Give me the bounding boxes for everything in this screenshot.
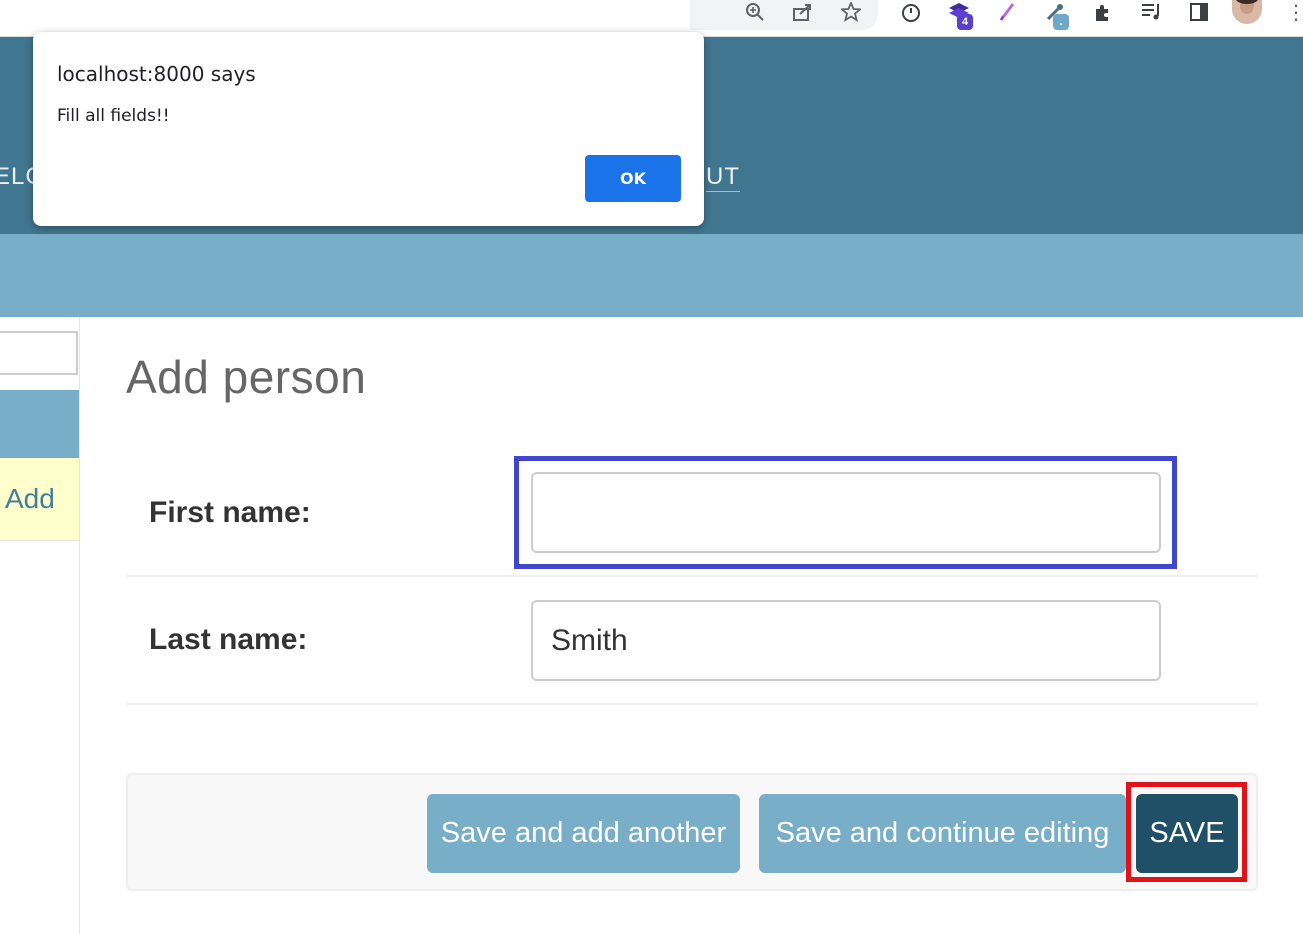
reading-list-icon[interactable] — [1137, 0, 1165, 24]
zoom-icon[interactable] — [741, 0, 769, 24]
form-row-first-name: First name: — [126, 449, 1258, 577]
submit-row: Save and add another Save and continue e… — [126, 773, 1258, 891]
page-title: Add person — [126, 351, 367, 403]
dialog-message: Fill all fields!! — [57, 106, 170, 126]
sidebar-current-model-row: Add — [0, 458, 79, 541]
first-name-label: First name: — [149, 496, 311, 529]
form-row-last-name: Last name: — [126, 577, 1258, 705]
menu-kebab-icon[interactable]: ⋮ — [1286, 0, 1303, 24]
bookmark-star-icon[interactable] — [837, 0, 865, 24]
sidebar-add-link[interactable]: Add — [5, 483, 55, 515]
nav-sidebar: Add — [0, 317, 80, 934]
alert-dialog: localhost:8000 says Fill all fields!! OK — [33, 32, 704, 226]
last-name-label: Last name: — [149, 623, 308, 656]
timer-extension-icon[interactable] — [897, 0, 925, 24]
save-button[interactable]: SAVE — [1136, 794, 1238, 873]
sidebar-module-header — [0, 390, 79, 458]
first-name-input[interactable] — [531, 472, 1161, 553]
extension-badge: . — [1053, 14, 1069, 30]
side-panel-icon[interactable] — [1185, 0, 1213, 24]
extensions-puzzle-icon[interactable] — [1089, 0, 1117, 24]
share-icon[interactable] — [789, 0, 817, 24]
last-name-input[interactable] — [531, 600, 1161, 681]
extension-badge: 4 — [957, 14, 973, 30]
dialog-title: localhost:8000 says — [57, 62, 256, 86]
breadcrumb-bar — [0, 234, 1303, 317]
sidebar-filter-input[interactable] — [0, 331, 78, 375]
pen-extension-icon[interactable] — [993, 0, 1021, 24]
profile-avatar[interactable] — [1232, 0, 1262, 24]
stack-extension-icon[interactable]: 4 — [945, 0, 973, 30]
save-and-continue-button[interactable]: Save and continue editing — [759, 794, 1126, 873]
eyedropper-extension-icon[interactable]: . — [1041, 0, 1069, 30]
dialog-ok-button[interactable]: OK — [585, 155, 681, 202]
save-and-add-another-button[interactable]: Save and add another — [427, 794, 740, 873]
logout-link-fragment[interactable]: UT — [706, 163, 740, 192]
